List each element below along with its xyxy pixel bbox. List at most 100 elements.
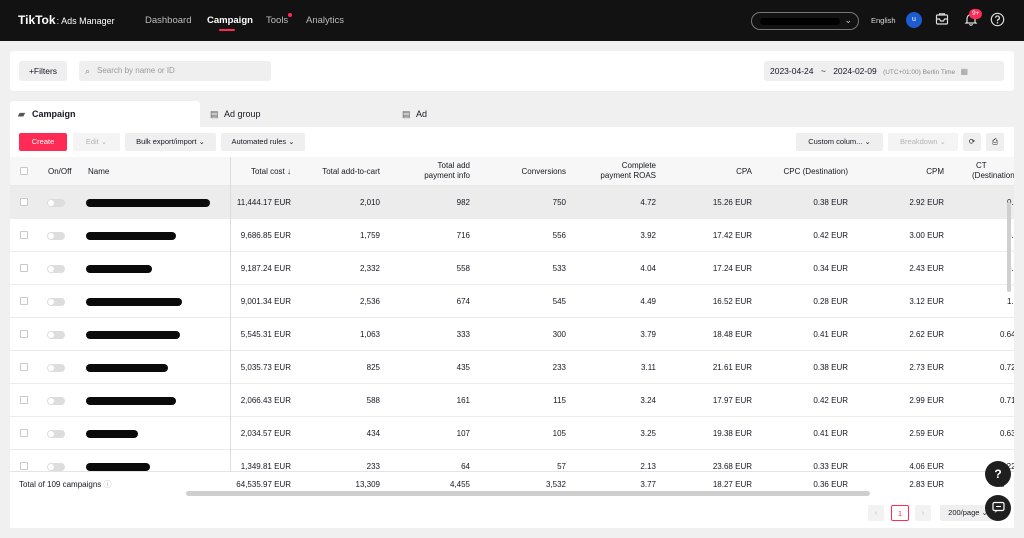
horizontal-scrollbar[interactable] (186, 491, 870, 496)
table-row[interactable]: 9,001.34 EUR 2,536 674 545 4.49 16.52 EUR 0.28… (10, 285, 1014, 318)
page-1-button[interactable]: 1 (891, 505, 909, 521)
select-all-checkbox[interactable] (20, 167, 28, 175)
col-cpa[interactable]: CPA (692, 167, 752, 177)
redacted-campaign-name[interactable] (86, 397, 176, 405)
export-icon[interactable]: ⎙ (986, 133, 1004, 151)
tiktok-ads-manager-logo[interactable]: TikTok: Ads Manager (18, 13, 115, 27)
table-row[interactable]: 2,066.43 EUR 588 161 115 3.24 17.97 EUR 0.42 E… (10, 384, 1014, 417)
cell-conv: 533 (552, 264, 566, 273)
avatar[interactable]: u (906, 12, 922, 28)
custom-columns-button[interactable]: Custom colum... ⌄ (796, 133, 883, 151)
campaign-toggle[interactable] (47, 232, 65, 240)
redacted-campaign-name[interactable] (86, 232, 176, 240)
row-checkbox[interactable] (20, 264, 28, 272)
row-checkbox[interactable] (20, 330, 28, 338)
search-input[interactable]: ⌕ Search by name or ID (79, 61, 271, 81)
redacted-campaign-name[interactable] (86, 364, 168, 372)
col-cpm[interactable]: CPM (884, 167, 944, 177)
cell-cost: 9,001.34 EUR (240, 297, 291, 306)
row-checkbox[interactable] (20, 462, 28, 470)
nav-campaign[interactable]: Campaign (207, 15, 253, 26)
cell-conv: 233 (552, 363, 566, 372)
redacted-campaign-name[interactable] (86, 298, 182, 306)
nav-tools[interactable]: Tools (266, 15, 288, 26)
campaign-toggle[interactable] (47, 430, 65, 438)
refresh-icon[interactable]: ⟳ (963, 133, 981, 151)
table-row[interactable]: 1,349.81 EUR 233 64 57 2.13 23.68 EUR 0.33 EUR… (10, 450, 1014, 471)
cell-conv: 115 (553, 396, 566, 405)
cell-cart: 2,010 (359, 198, 380, 207)
col-name[interactable]: Name (88, 167, 109, 177)
nav-dashboard[interactable]: Dashboard (145, 15, 191, 26)
row-checkbox[interactable] (20, 396, 28, 404)
cell-payment: 716 (456, 231, 470, 240)
redacted-campaign-name[interactable] (86, 265, 152, 273)
filters-button[interactable]: +Filters (19, 61, 67, 81)
row-checkbox[interactable] (20, 363, 28, 371)
col-complete-payment-roas[interactable]: Complete payment ROAS (576, 161, 656, 181)
campaign-toggle[interactable] (47, 265, 65, 273)
table-row[interactable]: 5,545.31 EUR 1,063 333 300 3.79 18.48 EUR 0.41… (10, 318, 1014, 351)
campaign-panel: Create Edit ⌄ Bulk export/import ⌄ Autom… (10, 127, 1014, 528)
cell-cart: 825 (366, 363, 380, 372)
create-button[interactable]: Create (19, 133, 67, 151)
row-checkbox[interactable] (20, 198, 28, 206)
row-checkbox[interactable] (20, 231, 28, 239)
col-add-payment[interactable]: Total add payment info (400, 161, 470, 181)
cell-roas: 4.49 (640, 297, 656, 306)
edit-button[interactable]: Edit ⌄ (73, 133, 120, 151)
cell-roas: 3.25 (640, 429, 656, 438)
cell-conv: 57 (557, 462, 566, 471)
folder-icon: ▰ (18, 109, 25, 119)
col-conversions[interactable]: Conversions (496, 167, 566, 177)
vertical-scrollbar[interactable] (1007, 202, 1011, 292)
language-selector[interactable]: English (871, 16, 896, 25)
table-row[interactable]: 11,444.17 EUR 2,010 982 750 4.72 15.26 EUR 0.3… (10, 186, 1014, 219)
redacted-campaign-name[interactable] (86, 331, 180, 339)
table-row[interactable]: 9,686.85 EUR 1,759 716 556 3.92 17.42 EUR 0.42… (10, 219, 1014, 252)
campaign-toggle[interactable] (47, 364, 65, 372)
tab-campaign-label: Campaign (32, 109, 76, 119)
col-total-cost[interactable]: Total cost ↓ (231, 167, 291, 177)
inbox-icon[interactable] (934, 12, 950, 28)
date-range-picker[interactable]: 2023-04-24 ~ 2024-02-09 (UTC+01:00) Berl… (764, 61, 1004, 81)
account-selector[interactable]: ⌄ (751, 12, 859, 30)
campaign-toggle[interactable] (47, 397, 65, 405)
automated-rules-button[interactable]: Automated rules ⌄ (221, 133, 305, 151)
table-header: On/Off Name Total cost ↓ Total add-to-ca… (10, 157, 1014, 186)
tab-campaign[interactable]: ▰ Campaign (10, 101, 200, 127)
row-checkbox[interactable] (20, 297, 28, 305)
question-icon[interactable] (989, 12, 1005, 28)
search-icon: ⌕ (85, 66, 91, 76)
cell-cpm: 2.59 EUR (909, 429, 944, 438)
col-cpc[interactable]: CPC (Destination) (758, 167, 848, 177)
col-add-to-cart[interactable]: Total add-to-cart (300, 167, 380, 177)
cell-cart: 2,332 (359, 264, 380, 273)
table-row[interactable]: 9,187.24 EUR 2,332 558 533 4.04 17.24 EUR 0.34… (10, 252, 1014, 285)
campaign-toggle[interactable] (47, 298, 65, 306)
campaign-toggle[interactable] (47, 463, 65, 471)
col-ctr[interactable]: CT (Destination (972, 161, 1014, 181)
redacted-campaign-name[interactable] (86, 430, 138, 438)
cell-cost: 9,686.85 EUR (240, 231, 291, 240)
table-row[interactable]: 5,035.73 EUR 825 435 233 3.11 21.61 EUR 0.38 E… (10, 351, 1014, 384)
tab-ad[interactable]: ▤ Ad (394, 101, 584, 127)
prev-page-button[interactable]: ‹ (868, 505, 884, 521)
table-row[interactable]: 2,034.57 EUR 434 107 105 3.25 19.38 EUR 0.41 E… (10, 417, 1014, 450)
nav-analytics[interactable]: Analytics (306, 15, 344, 26)
cell-roas: 4.04 (640, 264, 656, 273)
redacted-campaign-name[interactable] (86, 199, 210, 207)
breakdown-button[interactable]: Breakdown ⌄ (888, 133, 958, 151)
campaign-toggle[interactable] (47, 331, 65, 339)
cell-cpc: 0.42 EUR (813, 231, 848, 240)
help-float-button[interactable]: ? (985, 461, 1011, 487)
tab-ad-group[interactable]: ▤ Ad group (202, 101, 392, 127)
bulk-export-import-button[interactable]: Bulk export/import ⌄ (125, 133, 216, 151)
cell-payment: 674 (456, 297, 470, 306)
cell-cpa: 23.68 EUR (712, 462, 752, 471)
row-checkbox[interactable] (20, 429, 28, 437)
campaign-toggle[interactable] (47, 199, 65, 207)
redacted-campaign-name[interactable] (86, 463, 150, 471)
chat-float-icon[interactable] (985, 495, 1011, 521)
next-page-button[interactable]: › (915, 505, 931, 521)
